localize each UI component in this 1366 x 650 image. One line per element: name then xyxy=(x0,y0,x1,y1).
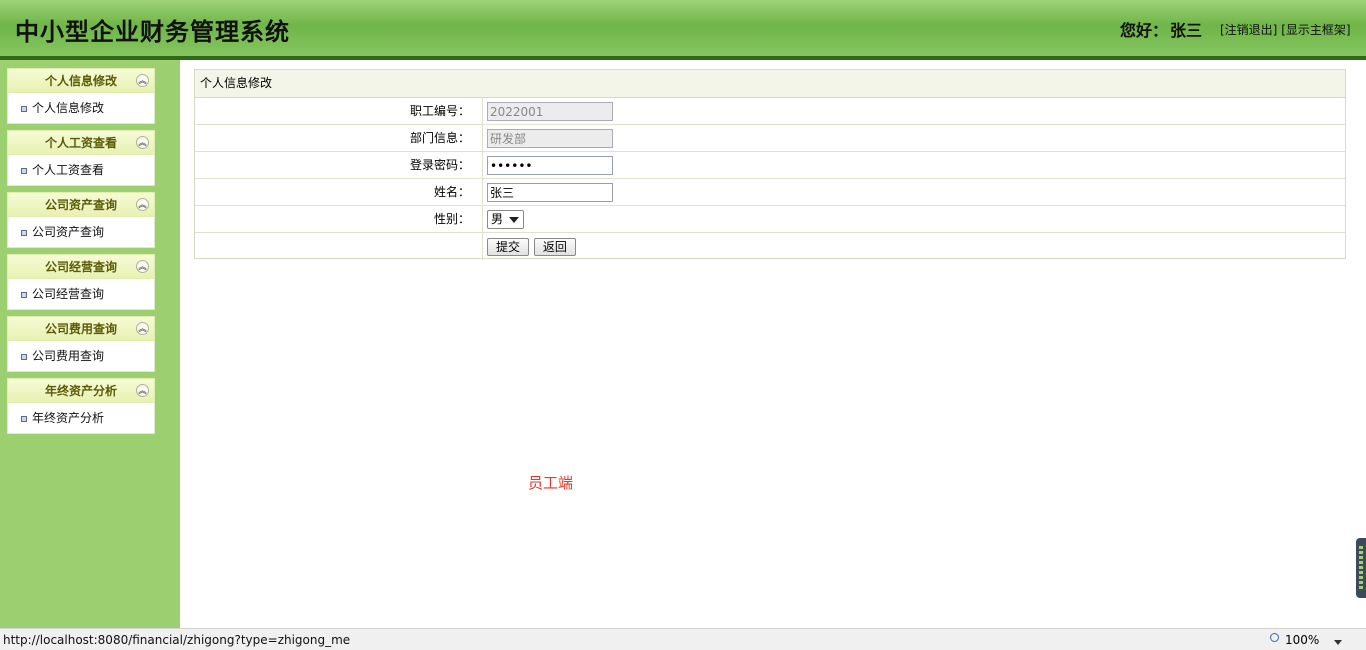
sidebar-section-header[interactable]: 公司资产查询 ︽ xyxy=(7,192,155,217)
header-divider xyxy=(0,56,1366,60)
back-button[interactable]: 返回 xyxy=(533,238,576,256)
name-label: 姓名： xyxy=(195,179,483,206)
sidebar-section-title: 公司经营查询 xyxy=(44,260,117,274)
sidebar-section-header[interactable]: 个人信息修改 ︽ xyxy=(7,68,155,93)
bullet-icon xyxy=(21,168,27,174)
collapse-icon[interactable]: ︽ xyxy=(136,74,149,87)
role-note: 员工端 xyxy=(528,474,574,492)
name-field[interactable] xyxy=(487,183,613,202)
sidebar-item-label: 公司费用查询 xyxy=(32,349,105,363)
form-row-gender: 性别： 男 xyxy=(195,206,1345,233)
status-bar: http://localhost:8080/financial/zhigong?… xyxy=(0,628,1366,650)
sidebar-section-title: 公司资产查询 xyxy=(44,198,117,212)
show-frame-link[interactable]: [显示主框架] xyxy=(1281,23,1350,37)
sidebar-section-assets: 公司资产查询 ︽ 公司资产查询 xyxy=(7,192,155,248)
bullet-icon xyxy=(21,292,27,298)
password-field[interactable] xyxy=(487,156,613,175)
sidebar-item-expenses[interactable]: 公司费用查询 xyxy=(8,341,154,371)
form-row-department: 部门信息： xyxy=(195,125,1345,152)
sidebar-item-salary[interactable]: 个人工资查看 xyxy=(8,155,154,185)
header-links: [注销退出] [显示主框架] xyxy=(1220,21,1351,38)
bullet-icon xyxy=(21,354,27,360)
sidebar-item-label: 公司经营查询 xyxy=(32,287,105,301)
collapse-icon[interactable]: ︽ xyxy=(136,260,149,273)
bullet-icon xyxy=(21,416,27,422)
collapse-icon[interactable]: ︽ xyxy=(136,198,149,211)
password-label: 登录密码： xyxy=(195,152,483,179)
app-title: 中小型企业财务管理系统 xyxy=(15,17,290,46)
sidebar-section-header[interactable]: 个人工资查看 ︽ xyxy=(7,130,155,155)
sidebar-item-personal-info[interactable]: 个人信息修改 xyxy=(8,93,154,123)
sidebar-section-header[interactable]: 公司费用查询 ︽ xyxy=(7,316,155,341)
zoom-icon[interactable] xyxy=(1270,633,1279,642)
collapse-icon[interactable]: ︽ xyxy=(136,384,149,397)
form-row-password: 登录密码： xyxy=(195,152,1345,179)
sidebar-section-annual-analysis: 年终资产分析 ︽ 年终资产分析 xyxy=(7,378,155,434)
username: 张三 xyxy=(1170,21,1203,40)
sidebar-item-label: 公司资产查询 xyxy=(32,225,105,239)
form-title: 个人信息修改 xyxy=(195,70,1345,98)
collapse-icon[interactable]: ︽ xyxy=(136,322,149,335)
sidebar-item-label: 年终资产分析 xyxy=(32,411,105,425)
sidebar-section-header[interactable]: 公司经营查询 ︽ xyxy=(7,254,155,279)
sidebar-section-title: 个人工资查看 xyxy=(44,136,117,150)
grip-icon xyxy=(1359,546,1363,590)
personal-info-form: 个人信息修改 职工编号： 部门信息： 登录密码： 姓名： 性别： 男 提交 返回 xyxy=(194,69,1346,260)
logout-link[interactable]: [注销退出] xyxy=(1220,23,1277,37)
gender-selected-value: 男 xyxy=(491,212,504,226)
sidebar-section-salary: 个人工资查看 ︽ 个人工资查看 xyxy=(7,130,155,186)
sidebar-section-operations: 公司经营查询 ︽ 公司经营查询 xyxy=(7,254,155,310)
zoom-dropdown-icon[interactable] xyxy=(1334,640,1342,645)
bullet-icon xyxy=(21,230,27,236)
form-row-employee-id: 职工编号： xyxy=(195,98,1345,125)
sidebar-item-assets[interactable]: 公司资产查询 xyxy=(8,217,154,247)
department-field xyxy=(487,129,613,148)
submit-button[interactable]: 提交 xyxy=(487,238,530,256)
sidebar-item-annual-analysis[interactable]: 年终资产分析 xyxy=(8,403,154,433)
sidebar-section-expenses: 公司费用查询 ︽ 公司费用查询 xyxy=(7,316,155,372)
employee-id-field xyxy=(487,102,613,121)
sidebar-section-title: 公司费用查询 xyxy=(44,322,117,336)
sidebar-section-header[interactable]: 年终资产分析 ︽ xyxy=(7,378,155,403)
gender-label: 性别： xyxy=(195,206,483,233)
sidebar-section-title: 个人信息修改 xyxy=(44,74,117,88)
form-row-name: 姓名： xyxy=(195,179,1345,206)
sidebar: 个人信息修改 ︽ 个人信息修改 个人工资查看 ︽ 个人工资查看 公司资产查询 ︽ 公司… xyxy=(0,60,180,628)
department-label: 部门信息： xyxy=(195,125,483,152)
gender-select[interactable]: 男 xyxy=(487,210,524,229)
sidebar-item-label: 个人工资查看 xyxy=(32,163,105,177)
user-greeting: 您好： 张三 xyxy=(1120,17,1202,41)
side-panel-handle[interactable] xyxy=(1356,538,1366,598)
chevron-down-icon xyxy=(509,217,519,223)
greeting-label: 您好： xyxy=(1120,21,1169,40)
app-header: 中小型企业财务管理系统 您好： 张三 [注销退出] [显示主框架] xyxy=(0,0,1366,56)
sidebar-item-label: 个人信息修改 xyxy=(32,101,105,115)
bullet-icon xyxy=(21,106,27,112)
zoom-level[interactable]: 100% xyxy=(1285,633,1319,647)
sidebar-section-title: 年终资产分析 xyxy=(44,384,117,398)
status-url: http://localhost:8080/financial/zhigong?… xyxy=(3,633,351,647)
actions-label-cell xyxy=(195,233,483,260)
employee-id-label: 职工编号： xyxy=(195,98,483,125)
sidebar-section-personal-info: 个人信息修改 ︽ 个人信息修改 xyxy=(7,68,155,124)
collapse-icon[interactable]: ︽ xyxy=(136,136,149,149)
form-row-actions: 提交 返回 xyxy=(195,233,1345,260)
sidebar-item-operations[interactable]: 公司经营查询 xyxy=(8,279,154,309)
